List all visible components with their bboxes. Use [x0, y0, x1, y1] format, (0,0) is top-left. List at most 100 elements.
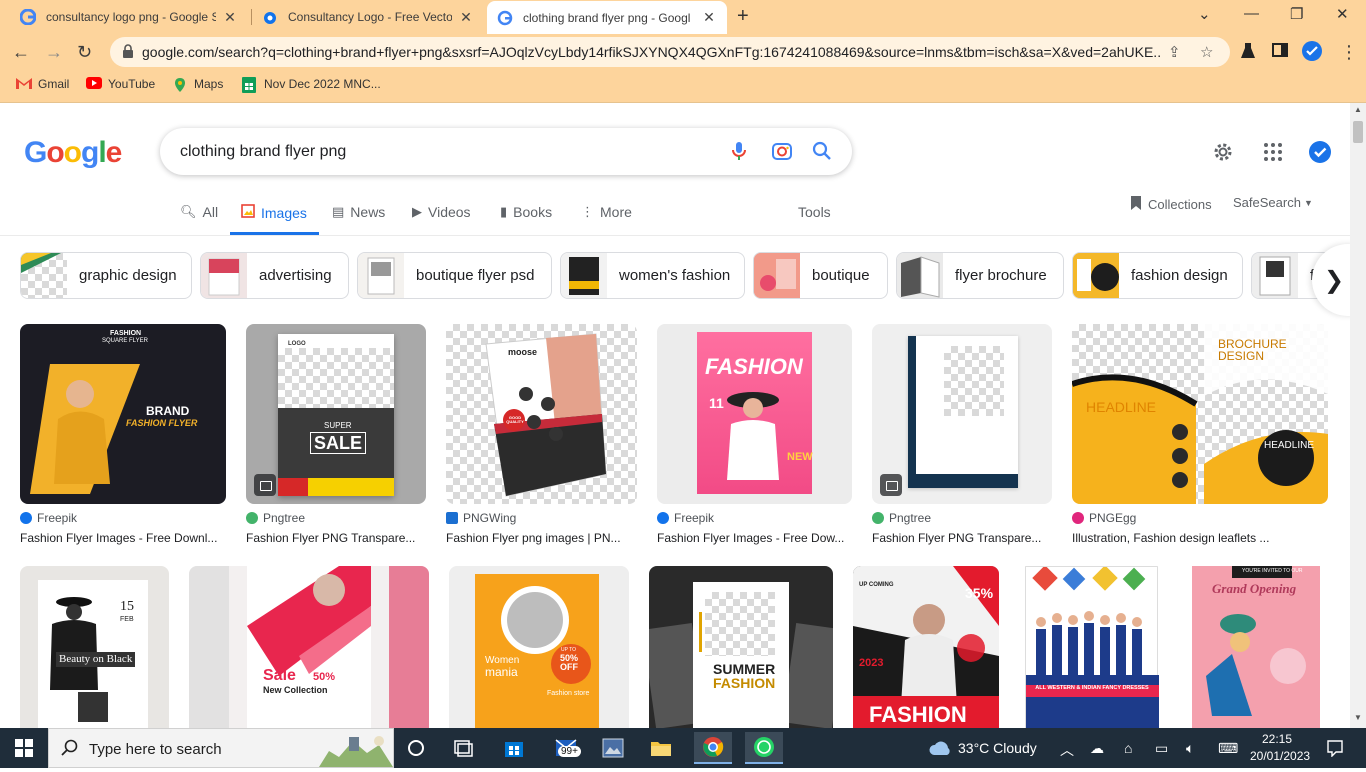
- result-title[interactable]: Illustration, Fashion design leaflets ..…: [1072, 531, 1328, 545]
- tab-books[interactable]: ▮ Books: [500, 204, 552, 220]
- result-image[interactable]: [872, 324, 1052, 504]
- result-image[interactable]: LOGO SUPER SALE: [246, 324, 426, 504]
- google-logo[interactable]: Google: [24, 136, 122, 170]
- battery-icon[interactable]: ▭: [1155, 740, 1168, 757]
- meet-camera-icon[interactable]: ⌂: [1124, 740, 1132, 756]
- result-image[interactable]: FASHION SQUARE FLYER BRAND FASHION FLYER: [20, 324, 226, 504]
- result-source[interactable]: PNGWing: [446, 511, 516, 525]
- result-source[interactable]: Freepik: [657, 511, 714, 525]
- search-box[interactable]: clothing brand flyer png: [160, 128, 852, 175]
- result-title[interactable]: Fashion Flyer Images - Free Downl...: [20, 531, 226, 545]
- result-title[interactable]: Fashion Flyer PNG Transpare...: [246, 531, 426, 545]
- tools-button[interactable]: Tools: [798, 204, 831, 220]
- search-icon[interactable]: [811, 140, 833, 162]
- result-title[interactable]: Fashion Flyer png images | PN...: [446, 531, 637, 545]
- close-tab-icon[interactable]: ✕: [701, 9, 717, 26]
- result-image[interactable]: YOU'RE INVITED TO OUR Grand Opening: [1184, 566, 1330, 728]
- photos-app-icon[interactable]: [597, 732, 629, 764]
- result-source[interactable]: Pngtree: [872, 511, 931, 525]
- result-image[interactable]: ALL WESTERN & INDIAN FANCY DRESSES: [1019, 566, 1164, 728]
- result-image[interactable]: moose GOOD QUALITY: [446, 324, 637, 504]
- labs-flask-icon[interactable]: [1240, 42, 1256, 64]
- scroll-up-icon[interactable]: ▲: [1354, 105, 1362, 114]
- chip-boutique[interactable]: boutique: [753, 252, 888, 299]
- result-image[interactable]: 15 FEB Beauty on Black: [20, 566, 169, 728]
- safesearch-dropdown[interactable]: SafeSearch ▼: [1233, 195, 1313, 210]
- clock-date[interactable]: 20/01/2023: [1250, 749, 1310, 763]
- tab-consultancy-vectors[interactable]: Consultancy Logo - Free Vectors ✕: [252, 0, 484, 34]
- tab-images[interactable]: Images: [241, 204, 307, 221]
- scroll-down-icon[interactable]: ▼: [1354, 713, 1362, 722]
- reload-icon[interactable]: ↻: [77, 42, 92, 62]
- apps-grid-icon[interactable]: [1262, 141, 1284, 163]
- microphone-icon[interactable]: [728, 140, 750, 162]
- result-image[interactable]: Women mania UP TO 50% OFF Fashion store: [449, 566, 629, 728]
- ime-icon[interactable]: ⌨: [1218, 740, 1238, 757]
- weather-cloud-icon[interactable]: [928, 739, 952, 762]
- lens-camera-icon[interactable]: [771, 140, 793, 162]
- tab-news[interactable]: ▤ News: [332, 204, 385, 220]
- result-source[interactable]: Freepik: [20, 511, 77, 525]
- tab-consultancy-logo-search[interactable]: consultancy logo png - Google S ✕: [10, 0, 248, 34]
- volume-icon[interactable]: 🔈︎: [1186, 740, 1194, 757]
- tab-search-chevron-icon[interactable]: ⌄: [1198, 5, 1211, 23]
- chrome-taskbar-icon[interactable]: [694, 732, 732, 764]
- account-avatar-icon[interactable]: [1309, 141, 1331, 163]
- windows-start-icon[interactable]: [8, 732, 40, 764]
- chip-graphic-design[interactable]: graphic design: [20, 252, 192, 299]
- bookmark-star-icon[interactable]: ☆: [1200, 43, 1213, 61]
- page-scrollbar[interactable]: ▲ ▼: [1350, 103, 1366, 728]
- task-view-icon[interactable]: [447, 732, 479, 764]
- bookmark-nov-dec[interactable]: Nov Dec 2022 MNC...: [242, 77, 381, 93]
- tab-more[interactable]: ⋮ More: [581, 204, 632, 220]
- chip-boutique-flyer-psd[interactable]: boutique flyer psd: [357, 252, 552, 299]
- whatsapp-icon[interactable]: [745, 732, 783, 764]
- onedrive-cloud-icon[interactable]: ☁: [1090, 740, 1104, 757]
- forward-icon[interactable]: →: [45, 42, 63, 62]
- side-panel-icon[interactable]: [1272, 42, 1288, 62]
- result-title[interactable]: Fashion Flyer Images - Free Dow...: [657, 531, 852, 545]
- weather-text[interactable]: 33°C Cloudy: [958, 740, 1037, 756]
- bookmark-youtube[interactable]: YouTube: [86, 77, 155, 91]
- taskbar-search-box[interactable]: Type here to search: [48, 728, 394, 768]
- search-input[interactable]: clothing brand flyer png: [180, 143, 346, 161]
- result-image[interactable]: BROCHURE DESIGN HEADLINE HEADLINE: [1072, 324, 1328, 504]
- notifications-icon[interactable]: [1326, 739, 1344, 762]
- result-image[interactable]: Sale 50% New Collection: [189, 566, 429, 728]
- file-explorer-icon[interactable]: [645, 732, 677, 764]
- tab-videos[interactable]: ▶︎ Videos: [412, 204, 471, 220]
- cortana-icon[interactable]: [400, 732, 432, 764]
- profile-avatar-icon[interactable]: [1302, 41, 1322, 65]
- back-icon[interactable]: ←: [12, 42, 30, 62]
- settings-gear-icon[interactable]: [1212, 141, 1234, 163]
- chip-fashion-design[interactable]: fashion design: [1072, 252, 1243, 299]
- result-image[interactable]: SUMMER FASHION: [649, 566, 833, 728]
- close-window-icon[interactable]: ✕: [1336, 5, 1349, 23]
- minimize-icon[interactable]: —: [1244, 5, 1259, 22]
- result-source[interactable]: PNGEgg: [1072, 511, 1136, 525]
- collections-button[interactable]: Collections: [1130, 195, 1212, 214]
- restore-icon[interactable]: ❐: [1290, 5, 1303, 23]
- result-image[interactable]: UP COMING 35% 2023 FASHION: [853, 566, 999, 728]
- scrollbar-thumb[interactable]: [1353, 121, 1363, 143]
- close-tab-icon[interactable]: ✕: [458, 9, 474, 26]
- microsoft-store-icon[interactable]: [498, 732, 530, 764]
- clock-time[interactable]: 22:15: [1262, 732, 1292, 746]
- tab-all[interactable]: 🔍︎ All: [180, 204, 218, 220]
- mail-icon[interactable]: 99+: [550, 732, 582, 764]
- result-image[interactable]: FASHION 11 NEW: [657, 324, 852, 504]
- close-tab-icon[interactable]: ✕: [222, 9, 238, 26]
- chip-womens-fashion[interactable]: women's fashion: [560, 252, 745, 299]
- address-bar[interactable]: google.com/search?q=clothing+brand+flyer…: [110, 37, 1230, 67]
- share-icon[interactable]: ⇪: [1168, 43, 1181, 61]
- bookmark-maps[interactable]: Maps: [172, 77, 223, 92]
- tab-clothing-brand-flyer[interactable]: clothing brand flyer png - Googl ✕: [487, 1, 727, 34]
- chip-flyer-brochure[interactable]: flyer brochure: [896, 252, 1064, 299]
- menu-kebab-icon[interactable]: ⋮: [1340, 42, 1358, 62]
- chevron-up-icon[interactable]: ︿: [1060, 740, 1074, 760]
- result-title[interactable]: Fashion Flyer PNG Transpare...: [872, 531, 1052, 545]
- bookmark-gmail[interactable]: Gmail: [16, 77, 69, 91]
- new-tab-icon[interactable]: +: [737, 5, 749, 28]
- result-source[interactable]: Pngtree: [246, 511, 305, 525]
- chip-advertising[interactable]: advertising: [200, 252, 349, 299]
